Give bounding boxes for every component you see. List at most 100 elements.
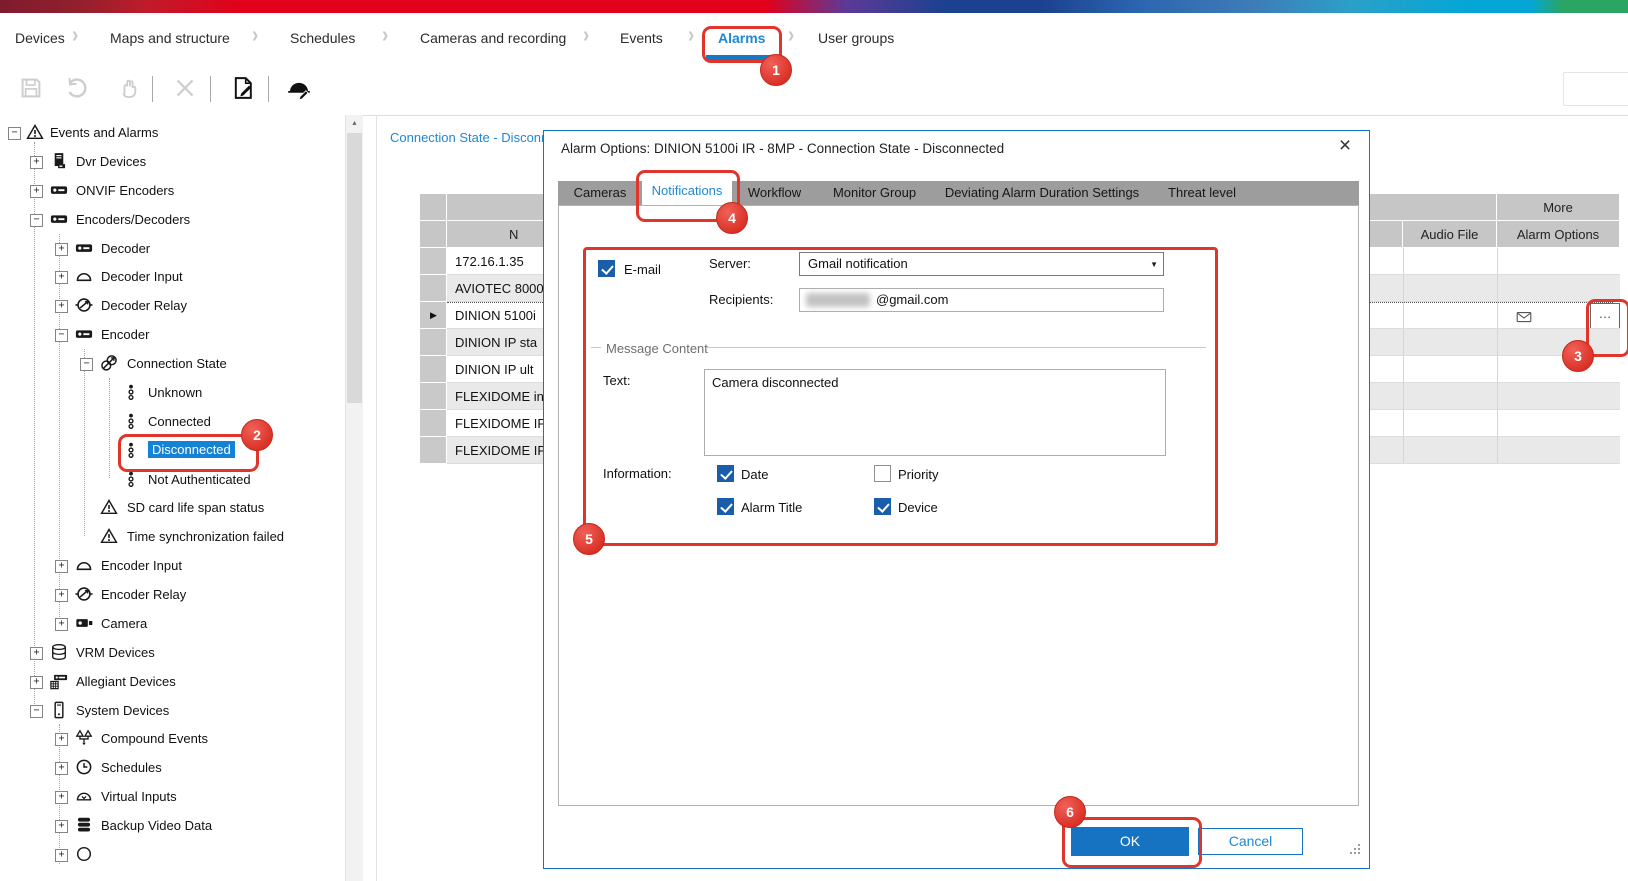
- nav-item-cameras-and-recording[interactable]: Cameras and recording: [420, 30, 566, 46]
- expander-icon[interactable]: +: [55, 849, 68, 862]
- nav-chevron-icon: ›: [72, 23, 78, 49]
- tree-item-events-and-alarms[interactable]: −Events and Alarms: [0, 118, 345, 147]
- nav-chevron-icon: ›: [252, 23, 258, 49]
- tree-item-dvr-devices[interactable]: +Dvr Devices: [0, 147, 345, 176]
- undo-button: [62, 75, 92, 103]
- page-navigation-bar: Devices Maps and structure Schedules Camera…: [0, 13, 1628, 63]
- tab-threat-level[interactable]: Threat level: [1152, 181, 1252, 205]
- cell-alarm-options: [1497, 248, 1620, 275]
- nav-item-events[interactable]: Events: [620, 30, 663, 46]
- expander-icon[interactable]: +: [55, 820, 68, 833]
- close-icon[interactable]: ×: [1332, 133, 1358, 159]
- expander-icon[interactable]: +: [30, 647, 43, 660]
- tab-cameras[interactable]: Cameras: [558, 181, 642, 205]
- tree-item-decoder-input[interactable]: +Decoder Input: [0, 262, 345, 291]
- camera-icon: [75, 614, 93, 635]
- tree-item-encoder-input[interactable]: +Encoder Input: [0, 551, 345, 580]
- expander-icon[interactable]: +: [55, 733, 68, 746]
- tree-item-connection-state[interactable]: −Connection State: [0, 349, 345, 378]
- tree-item-camera[interactable]: +Camera: [0, 609, 345, 638]
- nav-chevron-icon: ›: [688, 23, 694, 49]
- tree-item-virtual-inputs[interactable]: +Virtual Inputs: [0, 782, 345, 811]
- edit-document-icon: [231, 76, 255, 103]
- expander-icon[interactable]: +: [55, 791, 68, 804]
- tree-item-schedules[interactable]: +Schedules: [0, 753, 345, 782]
- tree-item-time-synchronization-failed[interactable]: Time synchronization failed: [0, 522, 345, 551]
- column-header-alarm-options: Alarm Options: [1497, 221, 1620, 248]
- tree-item-sd-card-life-span-status[interactable]: SD card life span status: [0, 493, 345, 522]
- expander-icon[interactable]: +: [55, 589, 68, 602]
- edit-alarm-button[interactable]: [284, 75, 314, 103]
- pan-button: [114, 75, 144, 103]
- cell-alarm-options: [1497, 410, 1620, 437]
- expander-icon[interactable]: −: [30, 214, 43, 227]
- nav-chevron-icon: ›: [382, 23, 388, 49]
- nav-item-schedules[interactable]: Schedules: [290, 30, 355, 46]
- circle-icon: [75, 845, 93, 866]
- expander-icon[interactable]: −: [8, 127, 21, 140]
- tree-scrollbar[interactable]: ▲: [345, 115, 363, 881]
- expander-icon[interactable]: +: [30, 185, 43, 198]
- expander-icon[interactable]: +: [55, 762, 68, 775]
- expander-icon[interactable]: −: [30, 705, 43, 718]
- resize-grip-icon[interactable]: [1350, 844, 1352, 846]
- clock-icon: [75, 758, 93, 779]
- tree-item-vrm-devices[interactable]: +VRM Devices: [0, 638, 345, 667]
- expander-icon[interactable]: −: [80, 358, 93, 371]
- expander-icon[interactable]: +: [55, 300, 68, 313]
- edit-document-button[interactable]: [228, 75, 258, 103]
- tab-workflow[interactable]: Workflow: [732, 181, 817, 205]
- tree-item-label: ONVIF Encoders: [76, 183, 174, 198]
- annotation-rect-5: [583, 247, 1218, 546]
- tree-item-label: Unknown: [148, 385, 202, 400]
- expander-icon[interactable]: +: [55, 271, 68, 284]
- nav-item-maps-and-structure[interactable]: Maps and structure: [110, 30, 230, 46]
- cancel-button[interactable]: Cancel: [1198, 828, 1303, 855]
- tree-item-unknown[interactable]: Unknown: [0, 378, 345, 407]
- toolbar-divider: [152, 76, 153, 102]
- cell-audio-file: [1403, 410, 1497, 437]
- tree-item-allegiant-devices[interactable]: +Allegiant Devices: [0, 667, 345, 696]
- tree-item-decoder-relay[interactable]: +Decoder Relay: [0, 291, 345, 320]
- tree-item-label: Time synchronization failed: [127, 529, 284, 544]
- tab-deviating-alarm-duration-settings[interactable]: Deviating Alarm Duration Settings: [932, 181, 1152, 205]
- tree-item-onvif-encoders[interactable]: + ONVIF Encoders: [0, 176, 345, 205]
- save-icon: [19, 76, 43, 103]
- tree-item-encoder-relay[interactable]: + Encoder Relay: [0, 580, 345, 609]
- tree-item-label: Encoder Relay: [101, 587, 186, 602]
- row-header-cell: [420, 248, 447, 275]
- expander-icon[interactable]: +: [55, 618, 68, 631]
- encoder-icon: [75, 239, 93, 260]
- backup-icon: [75, 816, 93, 837]
- cell-alarm-options: [1497, 275, 1620, 302]
- tree-item-encoder[interactable]: −Encoder: [0, 320, 345, 349]
- tree-item-partial[interactable]: +: [0, 840, 345, 869]
- annotation-circle-1: 1: [760, 54, 792, 86]
- tree-item-connected[interactable]: Connected: [0, 407, 345, 436]
- delete-icon: [173, 76, 197, 103]
- nav-item-user-groups[interactable]: User groups: [818, 30, 894, 46]
- expander-icon[interactable]: +: [30, 156, 43, 169]
- encoder-icon: [50, 181, 68, 202]
- tree-item-label: System Devices: [76, 703, 169, 718]
- column-header-audio-file: Audio File: [1403, 221, 1497, 248]
- scroll-up-icon[interactable]: ▲: [346, 115, 363, 132]
- tree-item-decoder[interactable]: +Decoder: [0, 234, 345, 263]
- table-corner-cell: [420, 194, 447, 221]
- dvr-icon: [50, 152, 68, 173]
- row-header-cell: [420, 329, 447, 356]
- nav-item-devices[interactable]: Devices: [15, 30, 65, 46]
- expander-icon[interactable]: −: [55, 329, 68, 342]
- tree-item-system-devices[interactable]: − System Devices: [0, 696, 345, 725]
- nav-chevron-icon: ›: [788, 23, 794, 49]
- annotation-circle-5: 5: [573, 523, 605, 555]
- tree-item-backup-video-data[interactable]: +Backup Video Data: [0, 811, 345, 840]
- tree-item-compound-events[interactable]: +Compound Events: [0, 724, 345, 753]
- tab-monitor-group[interactable]: Monitor Group: [817, 181, 932, 205]
- expander-icon[interactable]: +: [55, 560, 68, 573]
- expander-icon[interactable]: +: [55, 243, 68, 256]
- scrollbar-thumb[interactable]: [347, 133, 362, 403]
- annotation-circle-4: 4: [716, 202, 748, 234]
- expander-icon[interactable]: +: [30, 676, 43, 689]
- tree-item-encoders-decoders[interactable]: −Encoders/Decoders: [0, 205, 345, 234]
